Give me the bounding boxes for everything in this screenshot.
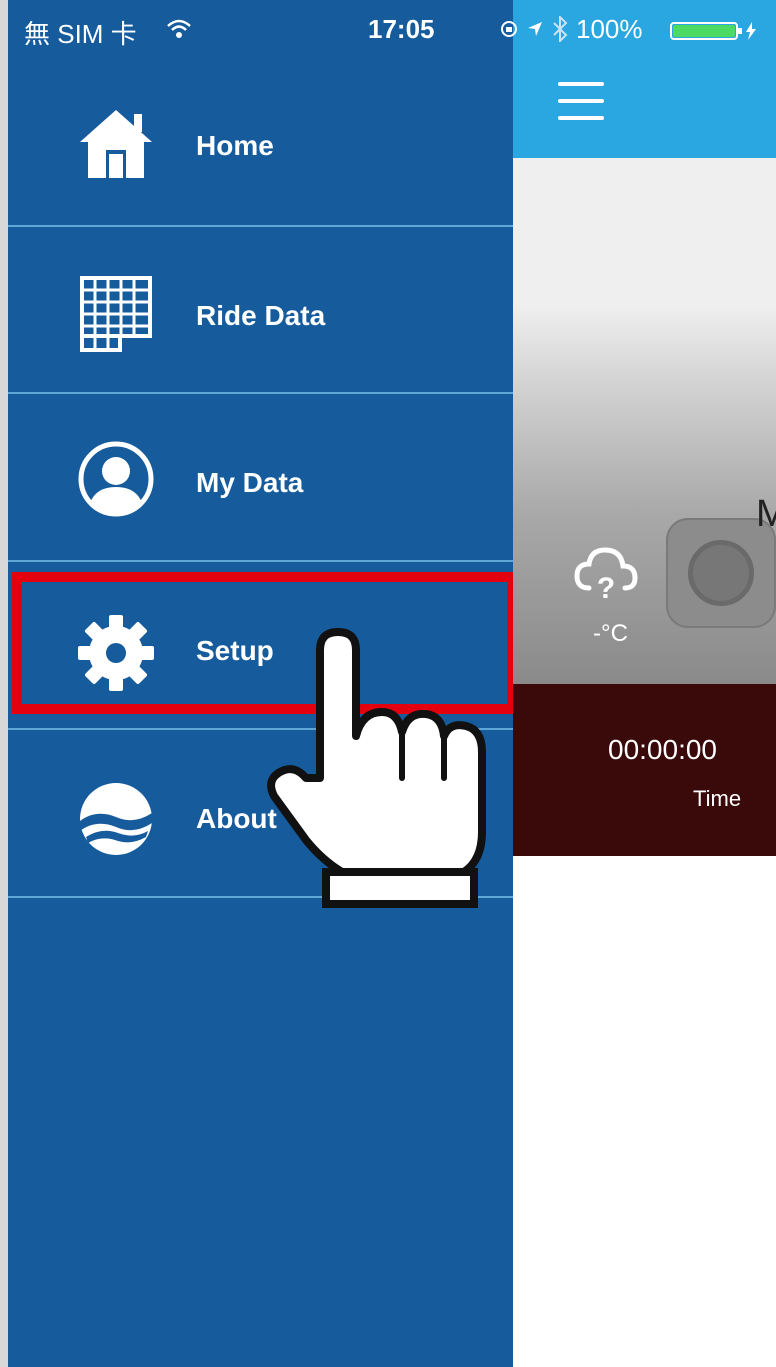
divider bbox=[8, 560, 513, 562]
drawer-item-label: Home bbox=[196, 130, 274, 161]
home-icon bbox=[80, 110, 152, 178]
time-label: Time bbox=[693, 786, 742, 811]
pointing-hand-icon bbox=[267, 628, 486, 908]
wifi-icon bbox=[167, 19, 191, 38]
wave-logo-icon bbox=[80, 783, 152, 855]
svg-text:?: ? bbox=[597, 572, 615, 605]
battery-percent: 100% bbox=[576, 14, 643, 44]
divider bbox=[8, 225, 513, 227]
bluetooth-icon bbox=[553, 16, 568, 42]
ride-dashboard: ? -°C M bbox=[513, 158, 776, 684]
drawer-item-label: My Data bbox=[196, 467, 304, 498]
hamburger-menu-icon[interactable] bbox=[558, 82, 604, 122]
partial-title: M bbox=[756, 493, 776, 535]
weather-unknown-icon: ? bbox=[574, 547, 638, 605]
drawer-item-my-data[interactable]: My Data bbox=[8, 395, 513, 563]
stats-bar: 00:00:00 Time bbox=[513, 684, 776, 856]
clock: 17:05 bbox=[368, 14, 435, 44]
carrier-label: 無 SIM 卡 bbox=[24, 19, 137, 49]
location-icon bbox=[528, 22, 542, 36]
record-circle-icon bbox=[688, 540, 754, 606]
user-icon bbox=[78, 441, 154, 517]
grid-icon bbox=[80, 276, 152, 352]
app-frame: Home Ride Data My Data Setup About ? -°C… bbox=[8, 0, 776, 1367]
drawer-item-ride-data[interactable]: Ride Data bbox=[8, 228, 513, 396]
battery-charging-icon bbox=[670, 22, 756, 40]
temperature-label: -°C bbox=[593, 620, 628, 647]
drawer-item-home[interactable]: Home bbox=[8, 60, 513, 228]
orientation-lock-icon bbox=[501, 21, 517, 37]
status-bar: 無 SIM 卡 17:05 100% bbox=[8, 0, 776, 60]
drawer-item-label: Ride Data bbox=[196, 300, 326, 331]
time-value: 00:00:00 bbox=[608, 734, 717, 765]
divider bbox=[8, 392, 513, 394]
